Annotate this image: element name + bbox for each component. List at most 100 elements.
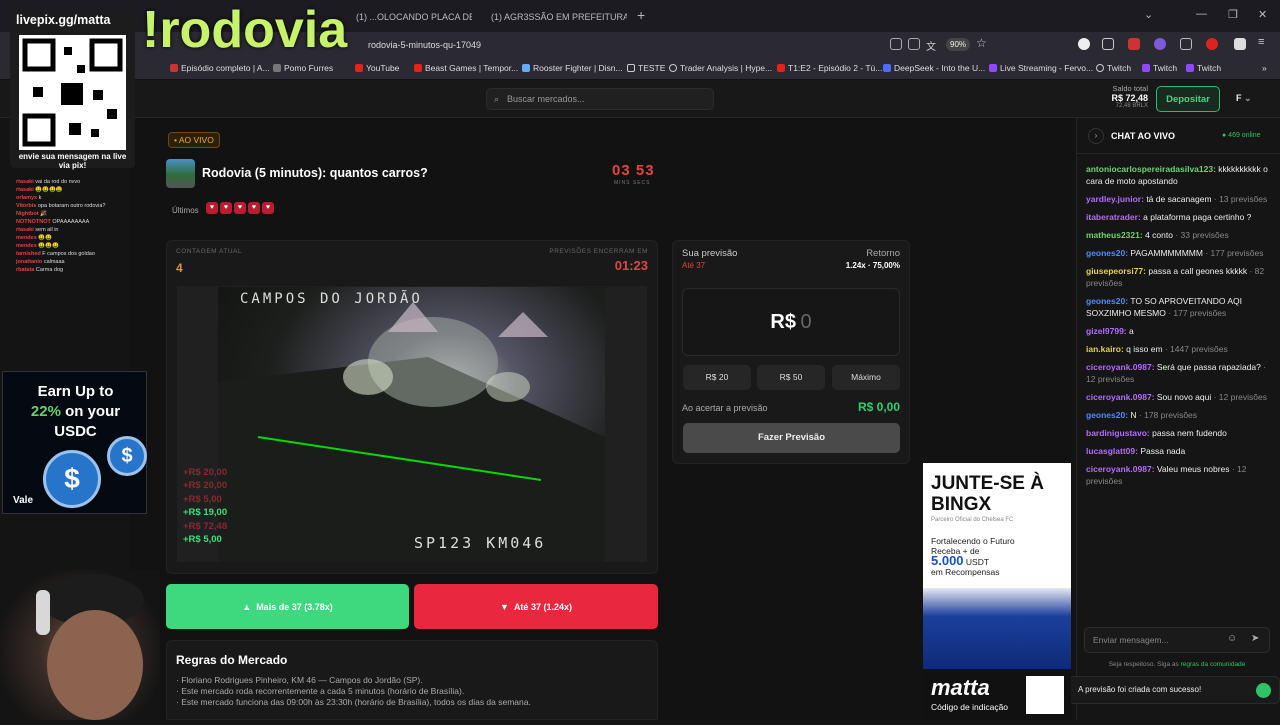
triangle-up-icon: ▲ <box>242 601 252 612</box>
livepix-title: livepix.gg/matta <box>16 13 111 27</box>
chat-username[interactable]: geones20: <box>1086 248 1130 258</box>
qr-module <box>61 83 83 105</box>
bookmark[interactable]: DeepSeek - Into the U... <box>883 63 985 73</box>
chat-text: Valeu meus nobres <box>1156 464 1230 474</box>
qr-finder <box>22 113 56 147</box>
stream-chat-line: Nightbot 🎉 <box>16 210 134 218</box>
adblock-icon[interactable] <box>1206 38 1218 50</box>
minimize-icon[interactable]: — <box>1196 8 1207 20</box>
send-icon[interactable]: ➤ <box>1251 633 1259 644</box>
quick-amount-50-button[interactable]: R$ 50 <box>757 365 825 390</box>
extension-icon[interactable] <box>1180 38 1192 50</box>
chat-meta: · 177 previsões <box>1165 308 1227 318</box>
extension-icon[interactable] <box>1102 38 1114 50</box>
bookmark[interactable]: Trader Analysis | Hype... <box>669 63 772 73</box>
extension-icon[interactable] <box>1078 38 1090 50</box>
star-icon[interactable]: ☆ <box>976 36 988 50</box>
usdc-ad-text: Earn Up to 22% on your USDC <box>30 383 121 440</box>
stream-chat-line: rtasaki 🤑🤑🤑🤑 <box>16 186 134 194</box>
chat-username[interactable]: giusepeorsi77: <box>1086 266 1148 276</box>
chat-username[interactable]: ciceroyank.0987: <box>1086 362 1157 372</box>
extension-icon[interactable] <box>1154 38 1166 50</box>
return-value: 1.24x · 75,00% <box>845 261 900 270</box>
rules-text: · Floriano Rodrigues Pinheiro, KM 46 — C… <box>176 675 531 708</box>
globe-icon <box>1096 64 1104 72</box>
currency-label: R$ <box>770 311 796 333</box>
stream-chat-user: mendes <box>16 235 39 241</box>
bookmark[interactable]: Twitch <box>1096 63 1131 73</box>
twitch-icon <box>1186 64 1194 72</box>
url-text[interactable]: rodovia-5-minutos-qu-17049 <box>368 40 481 50</box>
search-input[interactable]: ⌕ Buscar mercados... <box>486 88 714 110</box>
chat-message: ciceroyank.0987: Valeu meus nobres · 12 … <box>1086 463 1272 487</box>
chat-username[interactable]: geones20: <box>1086 410 1130 420</box>
chat-username[interactable]: itaberatrader: <box>1086 212 1143 222</box>
chat-username[interactable]: bardinigustavo: <box>1086 428 1152 438</box>
submit-prediction-button[interactable]: Fazer Previsão <box>683 423 900 453</box>
chat-message: matheus2321: 4 conto · 33 previsões <box>1086 229 1272 241</box>
bookmarks-overflow-icon[interactable]: » <box>1262 63 1267 73</box>
zoom-badge[interactable]: 90% <box>946 38 971 51</box>
user-menu[interactable]: F ⌄ <box>1236 93 1252 104</box>
bookmark[interactable]: Episódio completo | A... <box>170 63 270 73</box>
up-to-button[interactable]: ▼ Até 37 (1.24x) <box>414 584 658 629</box>
twitch-icon <box>1142 64 1150 72</box>
new-tab-icon[interactable]: + <box>637 7 645 23</box>
bookmark[interactable]: Beast Games | Tempor... <box>414 63 518 73</box>
bookmark[interactable]: Twitch <box>1142 63 1177 73</box>
stream-chat-user: rtasaki <box>16 227 36 233</box>
feed-item: +R$ 20,00 <box>183 467 228 478</box>
extension-icon[interactable] <box>1128 38 1140 50</box>
bookmark[interactable]: Twitch <box>1186 63 1221 73</box>
chat-username[interactable]: matheus2321: <box>1086 230 1145 240</box>
amount-input[interactable]: R$ 0 <box>682 288 900 356</box>
live-badge: • AO VIVO <box>168 132 220 148</box>
rules-line: · Floriano Rodrigues Pinheiro, KM 46 — C… <box>176 675 423 685</box>
light-glow <box>343 359 393 395</box>
chat-username[interactable]: gizel9799: <box>1086 326 1129 336</box>
translate-icon[interactable]: 文 <box>926 38 938 53</box>
chat-input[interactable]: Enviar mensagem... ☺ ➤ <box>1084 627 1270 653</box>
browser-tab[interactable]: (1) ...OLOCANDO PLACA DE VEI ✕ <box>352 6 472 28</box>
balance-label: Saldo total <box>1112 84 1148 93</box>
bookmark[interactable]: Pomo Furres <box>273 63 333 73</box>
extension-icon[interactable] <box>1234 38 1246 50</box>
chat-text: Passa nada <box>1140 446 1186 456</box>
bookmark[interactable]: Live Streaming - Fervo... <box>989 63 1093 73</box>
chat-username[interactable]: geones20: <box>1086 296 1130 306</box>
bookmark-folder[interactable]: TESTE <box>627 63 665 73</box>
chat-username[interactable]: ciceroyank.0987: <box>1086 464 1157 474</box>
chat-username[interactable]: ian.kairo: <box>1086 344 1126 354</box>
deposit-button[interactable]: Depositar <box>1156 86 1220 112</box>
chat-message: bardinigustavo: passa nem fudendo <box>1086 427 1272 439</box>
youtube-icon <box>777 64 785 72</box>
quick-amount-20-button[interactable]: R$ 20 <box>683 365 751 390</box>
screenshot-icon[interactable] <box>908 38 920 50</box>
stream-chat-text: 🤑🤑🤑 <box>38 243 59 249</box>
chat-username[interactable]: ciceroyank.0987: <box>1086 392 1157 402</box>
community-rules-link[interactable]: regras da comunidade <box>1181 661 1246 668</box>
chat-username[interactable]: yardley.junior: <box>1086 194 1146 204</box>
bookmark[interactable]: Rooster Fighter | Disn... <box>522 63 623 73</box>
more-than-button[interactable]: ▲ Mais de 37 (3.78x) <box>166 584 409 629</box>
chat-username[interactable]: antoniocarlospereiradasilva123: <box>1086 164 1218 174</box>
qr-module <box>33 87 43 97</box>
bookmark[interactable]: YouTube <box>355 63 399 73</box>
bookmark[interactable]: T1:E2 - Episódio 2 - Tú... <box>777 63 882 73</box>
quick-amount-max-button[interactable]: Máximo <box>832 365 900 390</box>
chat-meta: · 33 previsões <box>1172 230 1229 240</box>
collapse-chat-icon[interactable]: › <box>1088 128 1104 144</box>
bookmarks-bar: Episódio completo | A... Pomo Furres You… <box>0 58 1280 80</box>
tab-list-icon[interactable]: ⌄ <box>1144 8 1153 21</box>
qr-module <box>107 109 117 119</box>
stream-chat-user: rtasaki <box>16 179 36 185</box>
menu-icon[interactable]: ≡ <box>1258 36 1270 48</box>
reader-icon[interactable] <box>890 38 902 50</box>
emoji-icon[interactable]: ☺ <box>1227 633 1237 644</box>
browser-tab[interactable]: (1) AGR3SSÃO EM PREFEITURA ✕ <box>487 6 627 28</box>
prediction-label: Sua previsão <box>682 248 738 259</box>
chat-username[interactable]: lucasglatt09: <box>1086 446 1140 456</box>
restore-icon[interactable]: ❐ <box>1228 8 1238 21</box>
close-window-icon[interactable]: ✕ <box>1258 8 1267 21</box>
feed-item: +R$ 5,00 <box>183 534 222 546</box>
